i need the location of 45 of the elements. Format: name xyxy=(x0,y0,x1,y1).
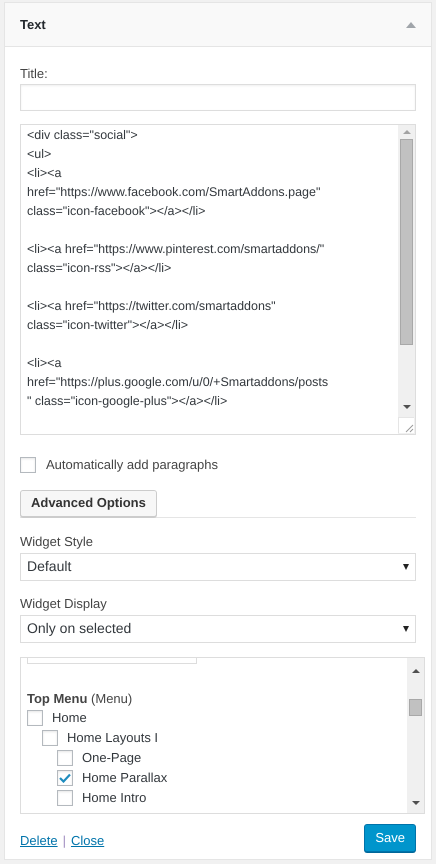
resize-handle-icon[interactable] xyxy=(398,417,414,433)
dropdown-select[interactable]: Only on selected xyxy=(20,614,416,642)
widget-title: Text xyxy=(20,16,46,34)
code-line: <li><a xyxy=(27,355,62,372)
checkbox[interactable] xyxy=(42,730,58,746)
field-label: Title: xyxy=(20,65,49,83)
menu-item-label: Home Parallax xyxy=(82,768,168,787)
title-input-field[interactable] xyxy=(20,84,416,111)
action-link[interactable]: Close xyxy=(70,830,104,850)
checkbox[interactable] xyxy=(57,750,73,766)
menu-heading: Top Menu (Menu) xyxy=(27,690,134,708)
dropdown-select[interactable]: Default xyxy=(20,552,416,580)
field-label: Widget Style xyxy=(20,532,94,550)
code-line: <li><a href="https://twitter.com/smartaddons" xyxy=(27,298,277,315)
dropdown-caret-icon xyxy=(403,564,409,570)
menu-item-label: One-Page xyxy=(82,748,142,767)
scrollbar[interactable] xyxy=(398,125,415,434)
code-line: href="https://www.facebook.com/SmartAddons.page" xyxy=(27,184,322,201)
checkmark-icon xyxy=(59,772,71,782)
field-label: Widget Display xyxy=(20,594,108,612)
checkbox[interactable] xyxy=(20,456,36,473)
code-line: class="icon-twitter"></a></li> xyxy=(27,317,190,334)
code-line: <ul> xyxy=(27,146,52,163)
separator: | xyxy=(62,832,66,850)
menu-item-label: Home xyxy=(52,708,87,727)
menu-item-label: Home Layouts I xyxy=(67,728,158,747)
checkbox-label: Automatically add paragraphs xyxy=(46,456,218,474)
code-line: href="https://plus.google.com/u/0/+Smartaddons/posts xyxy=(27,374,330,391)
content-text-area[interactable] xyxy=(20,124,416,435)
checkbox[interactable] xyxy=(57,790,73,806)
action-link[interactable]: Delete xyxy=(20,830,58,850)
code-line: <li><a href="https://www.pinterest.com/smartaddons/" xyxy=(27,241,326,258)
dropdown-caret-icon xyxy=(403,626,409,632)
scrollbar[interactable] xyxy=(407,658,424,812)
code-line: class="icon-facebook"></a></li> xyxy=(27,203,206,220)
code-line: " class="icon-google-plus"></a></li> xyxy=(27,393,228,410)
checkbox[interactable] xyxy=(57,770,73,786)
code-line: <div class="social"> xyxy=(27,127,139,144)
widget-header[interactable]: Text xyxy=(5,3,431,47)
collapse-arrow-icon[interactable] xyxy=(406,22,416,28)
checkbox[interactable] xyxy=(27,710,43,726)
code-line: class="icon-rss"></a></li> xyxy=(27,260,172,277)
code-line: <li><a xyxy=(27,165,62,182)
advanced-options-button[interactable]: Advanced Options xyxy=(20,490,157,516)
menu-item-label: Home Intro xyxy=(82,788,146,807)
